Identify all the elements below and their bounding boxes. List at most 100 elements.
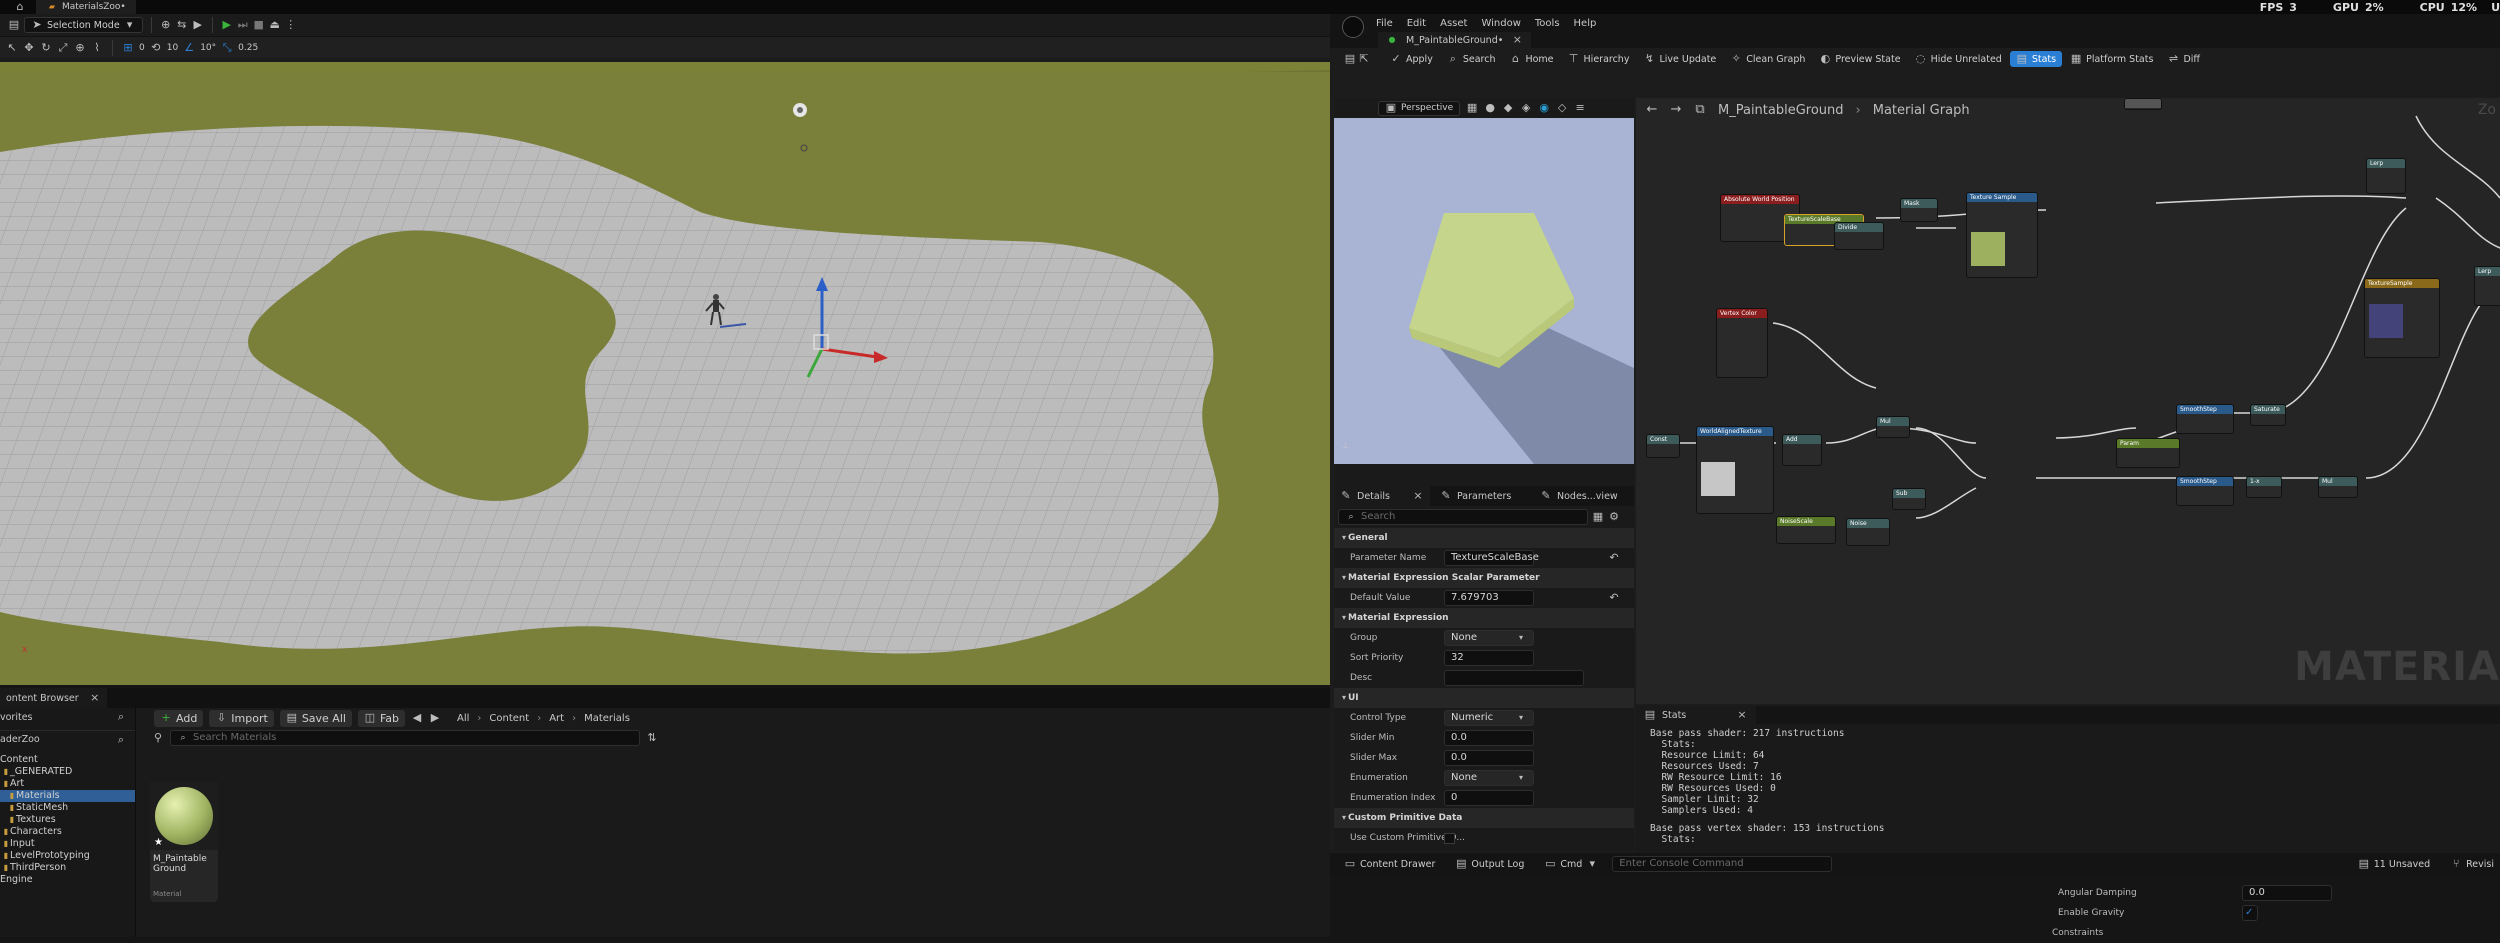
folder-tree-item[interactable]: ▮ StaticMesh [0, 802, 135, 814]
property-value-field[interactable]: 7.679703 [1444, 590, 1534, 606]
reset-icon[interactable]: ↶ [1608, 592, 1620, 604]
search-materials-input[interactable]: ⌕ Search Materials [170, 730, 640, 746]
saturate-node[interactable]: Saturate [2250, 404, 2286, 426]
one-minus-node[interactable]: 1-x [2246, 476, 2282, 498]
add-button[interactable]: + Add [154, 709, 204, 727]
details-tab-0[interactable]: ✎ Details × [1334, 486, 1430, 506]
property-value-field[interactable]: TextureScaleBase [1444, 550, 1539, 566]
cylinder-preview-icon[interactable]: ◆ [1502, 102, 1514, 114]
history-forward-icon[interactable]: ▶ [429, 712, 441, 724]
folder-tree-item[interactable]: ▮ Art [0, 778, 135, 790]
save-icon[interactable]: ▤ [8, 19, 20, 31]
selection-mode-dropdown[interactable]: ➤ Selection Mode ▾ [24, 17, 143, 33]
noise-node[interactable]: Noise [1846, 518, 1890, 546]
details-section-header[interactable]: ▾ Material Expression Scalar Parameter [1334, 568, 1634, 588]
menu-item-tools[interactable]: Tools [1535, 18, 1560, 29]
close-icon[interactable]: × [1412, 490, 1424, 502]
property-dropdown[interactable]: None ▾ [1444, 630, 1534, 646]
folder-tree-item[interactable]: Content [0, 754, 135, 766]
console-input[interactable]: Enter Console Command [1612, 856, 1833, 872]
menu-item-asset[interactable]: Asset [1440, 18, 1467, 29]
hierarchy-button[interactable]: ⊤ Hierarchy [1562, 51, 1636, 67]
physics-property-value[interactable]: ✓ [2242, 905, 2258, 921]
sphere-preview-icon[interactable]: ● [1484, 102, 1496, 114]
filter-icon[interactable]: ⚲ [152, 732, 164, 744]
folder-tree-item[interactable]: ▮ _GENERATED [0, 766, 135, 778]
stats-button[interactable]: ▤ Stats [2009, 51, 2063, 67]
close-icon[interactable]: × [89, 692, 101, 704]
divide-node[interactable]: Divide [1834, 222, 1884, 250]
angle-snap-icon[interactable]: ∠ [183, 41, 195, 54]
details-section-header[interactable]: ▾ UI [1334, 688, 1634, 708]
select-icon[interactable]: ↖ [6, 41, 18, 54]
property-checkbox[interactable] [1444, 832, 1455, 844]
menu-item-edit[interactable]: Edit [1407, 18, 1426, 29]
smoothstep-node[interactable]: SmoothStep [2176, 404, 2234, 434]
menu-item-help[interactable]: Help [1574, 18, 1597, 29]
content-drawer-button[interactable]: ▭ Content Drawer [1338, 856, 1441, 872]
output-log-button[interactable]: ▤ Output Log [1449, 856, 1530, 872]
parameter-node[interactable]: Param [2116, 438, 2180, 468]
cmd-dropdown[interactable]: ▭ Cmd ▾ [1538, 856, 1604, 872]
diff-button[interactable]: ⇌ Diff [2161, 51, 2206, 67]
world-icon[interactable]: ⊕ [74, 41, 86, 54]
mesh-preview-icon[interactable]: ◇ [1556, 102, 1568, 114]
details-section-header[interactable]: ▾ Material Expression [1334, 608, 1634, 628]
table-view-icon[interactable]: ▦ [1592, 511, 1604, 523]
close-icon[interactable]: × [1511, 34, 1523, 46]
sort-icon[interactable]: ⇅ [646, 732, 658, 744]
output-lerp-node[interactable]: Lerp [2474, 266, 2500, 306]
noise-scale-node[interactable]: NoiseScale [1776, 516, 1836, 544]
multiply-2-node[interactable]: Mul [2318, 476, 2358, 498]
plane-preview-icon[interactable]: ◈ [1520, 102, 1532, 114]
platform-stats-button[interactable]: ▦ Platform Stats [2064, 51, 2159, 67]
save-icon[interactable]: ▤ [1344, 53, 1356, 65]
property-dropdown[interactable]: Numeric ▾ [1444, 710, 1534, 726]
star-icon[interactable]: ★ [154, 837, 163, 848]
details-section-header[interactable]: ▾ Custom Primitive Data [1334, 808, 1634, 828]
menu-item-file[interactable]: File [1376, 18, 1393, 29]
home-button[interactable]: ⌂ Home [1503, 51, 1559, 67]
eject-icon[interactable]: ⏏ [269, 19, 281, 31]
more-icon[interactable]: ⋮ [285, 19, 297, 31]
preview-state-button[interactable]: ◐ Preview State [1813, 51, 1906, 67]
folder-tree-item[interactable]: ▮ LevelPrototyping [0, 850, 135, 862]
details-tab-2[interactable]: ✎ Nodes...view [1534, 486, 1630, 506]
property-value-field[interactable]: 0.0 [1444, 750, 1534, 766]
details-search-input[interactable]: ⌕ Search [1338, 509, 1588, 525]
folder-tree-item[interactable]: ▮ Input [0, 838, 135, 850]
property-dropdown[interactable]: None ▾ [1444, 770, 1534, 786]
constant-node[interactable]: Const [1646, 434, 1680, 458]
search-icon[interactable]: ⌕ [115, 711, 127, 723]
settings-icon[interactable]: ⚙ [1608, 511, 1620, 523]
favorites-header[interactable]: vorites ⌕ [0, 708, 135, 726]
material-graph[interactable]: ← → ⧉ M_PaintableGround › Material Graph… [1636, 98, 2500, 704]
breadcrumb-item[interactable]: Materials [584, 713, 630, 724]
play-icon[interactable]: ▶ [221, 19, 233, 31]
rotate-snap-icon[interactable]: ⟲ [150, 41, 162, 54]
smoothstep-2-node[interactable]: SmoothStep [2176, 476, 2234, 506]
folder-tree-item[interactable]: ▮ Characters [0, 826, 135, 838]
search-icon[interactable]: ⌕ [115, 733, 127, 746]
view-mode-icon[interactable]: ▦ [1466, 102, 1478, 114]
details-section-header[interactable]: ▾ General [1334, 528, 1634, 548]
rotation-snap-value[interactable]: 10° [200, 43, 216, 53]
perspective-dropdown[interactable]: ▣ Perspective [1378, 100, 1461, 116]
property-value-field[interactable]: 0.0 [1444, 730, 1534, 746]
surface-snap-icon[interactable]: ⌇ [91, 41, 103, 54]
live-update-button[interactable]: ↯ Live Update [1637, 51, 1722, 67]
hide-unrelated-button[interactable]: ◌ Hide Unrelated [1909, 51, 2008, 67]
breadcrumb-item[interactable]: All [457, 713, 469, 724]
material-preview-viewport[interactable]: ⊥ [1334, 118, 1634, 464]
multiply-node[interactable]: Mul [1876, 416, 1910, 438]
folder-tree-item[interactable]: ▮ ThirdPerson [0, 862, 135, 874]
property-value-field[interactable]: 32 [1444, 650, 1534, 666]
texture-sample-node[interactable]: Texture Sample [1966, 192, 2038, 278]
grid-snap-value[interactable]: 10 [167, 43, 178, 53]
fab-button[interactable]: ◫ Fab [357, 709, 405, 727]
scale-snap-value[interactable]: 0.25 [238, 43, 258, 53]
menu-item-window[interactable]: Window [1481, 18, 1520, 29]
lerp-node[interactable]: Lerp [2366, 158, 2406, 194]
breadcrumb-item[interactable]: Art [549, 713, 564, 724]
step-icon[interactable]: ⏭ [237, 19, 249, 31]
